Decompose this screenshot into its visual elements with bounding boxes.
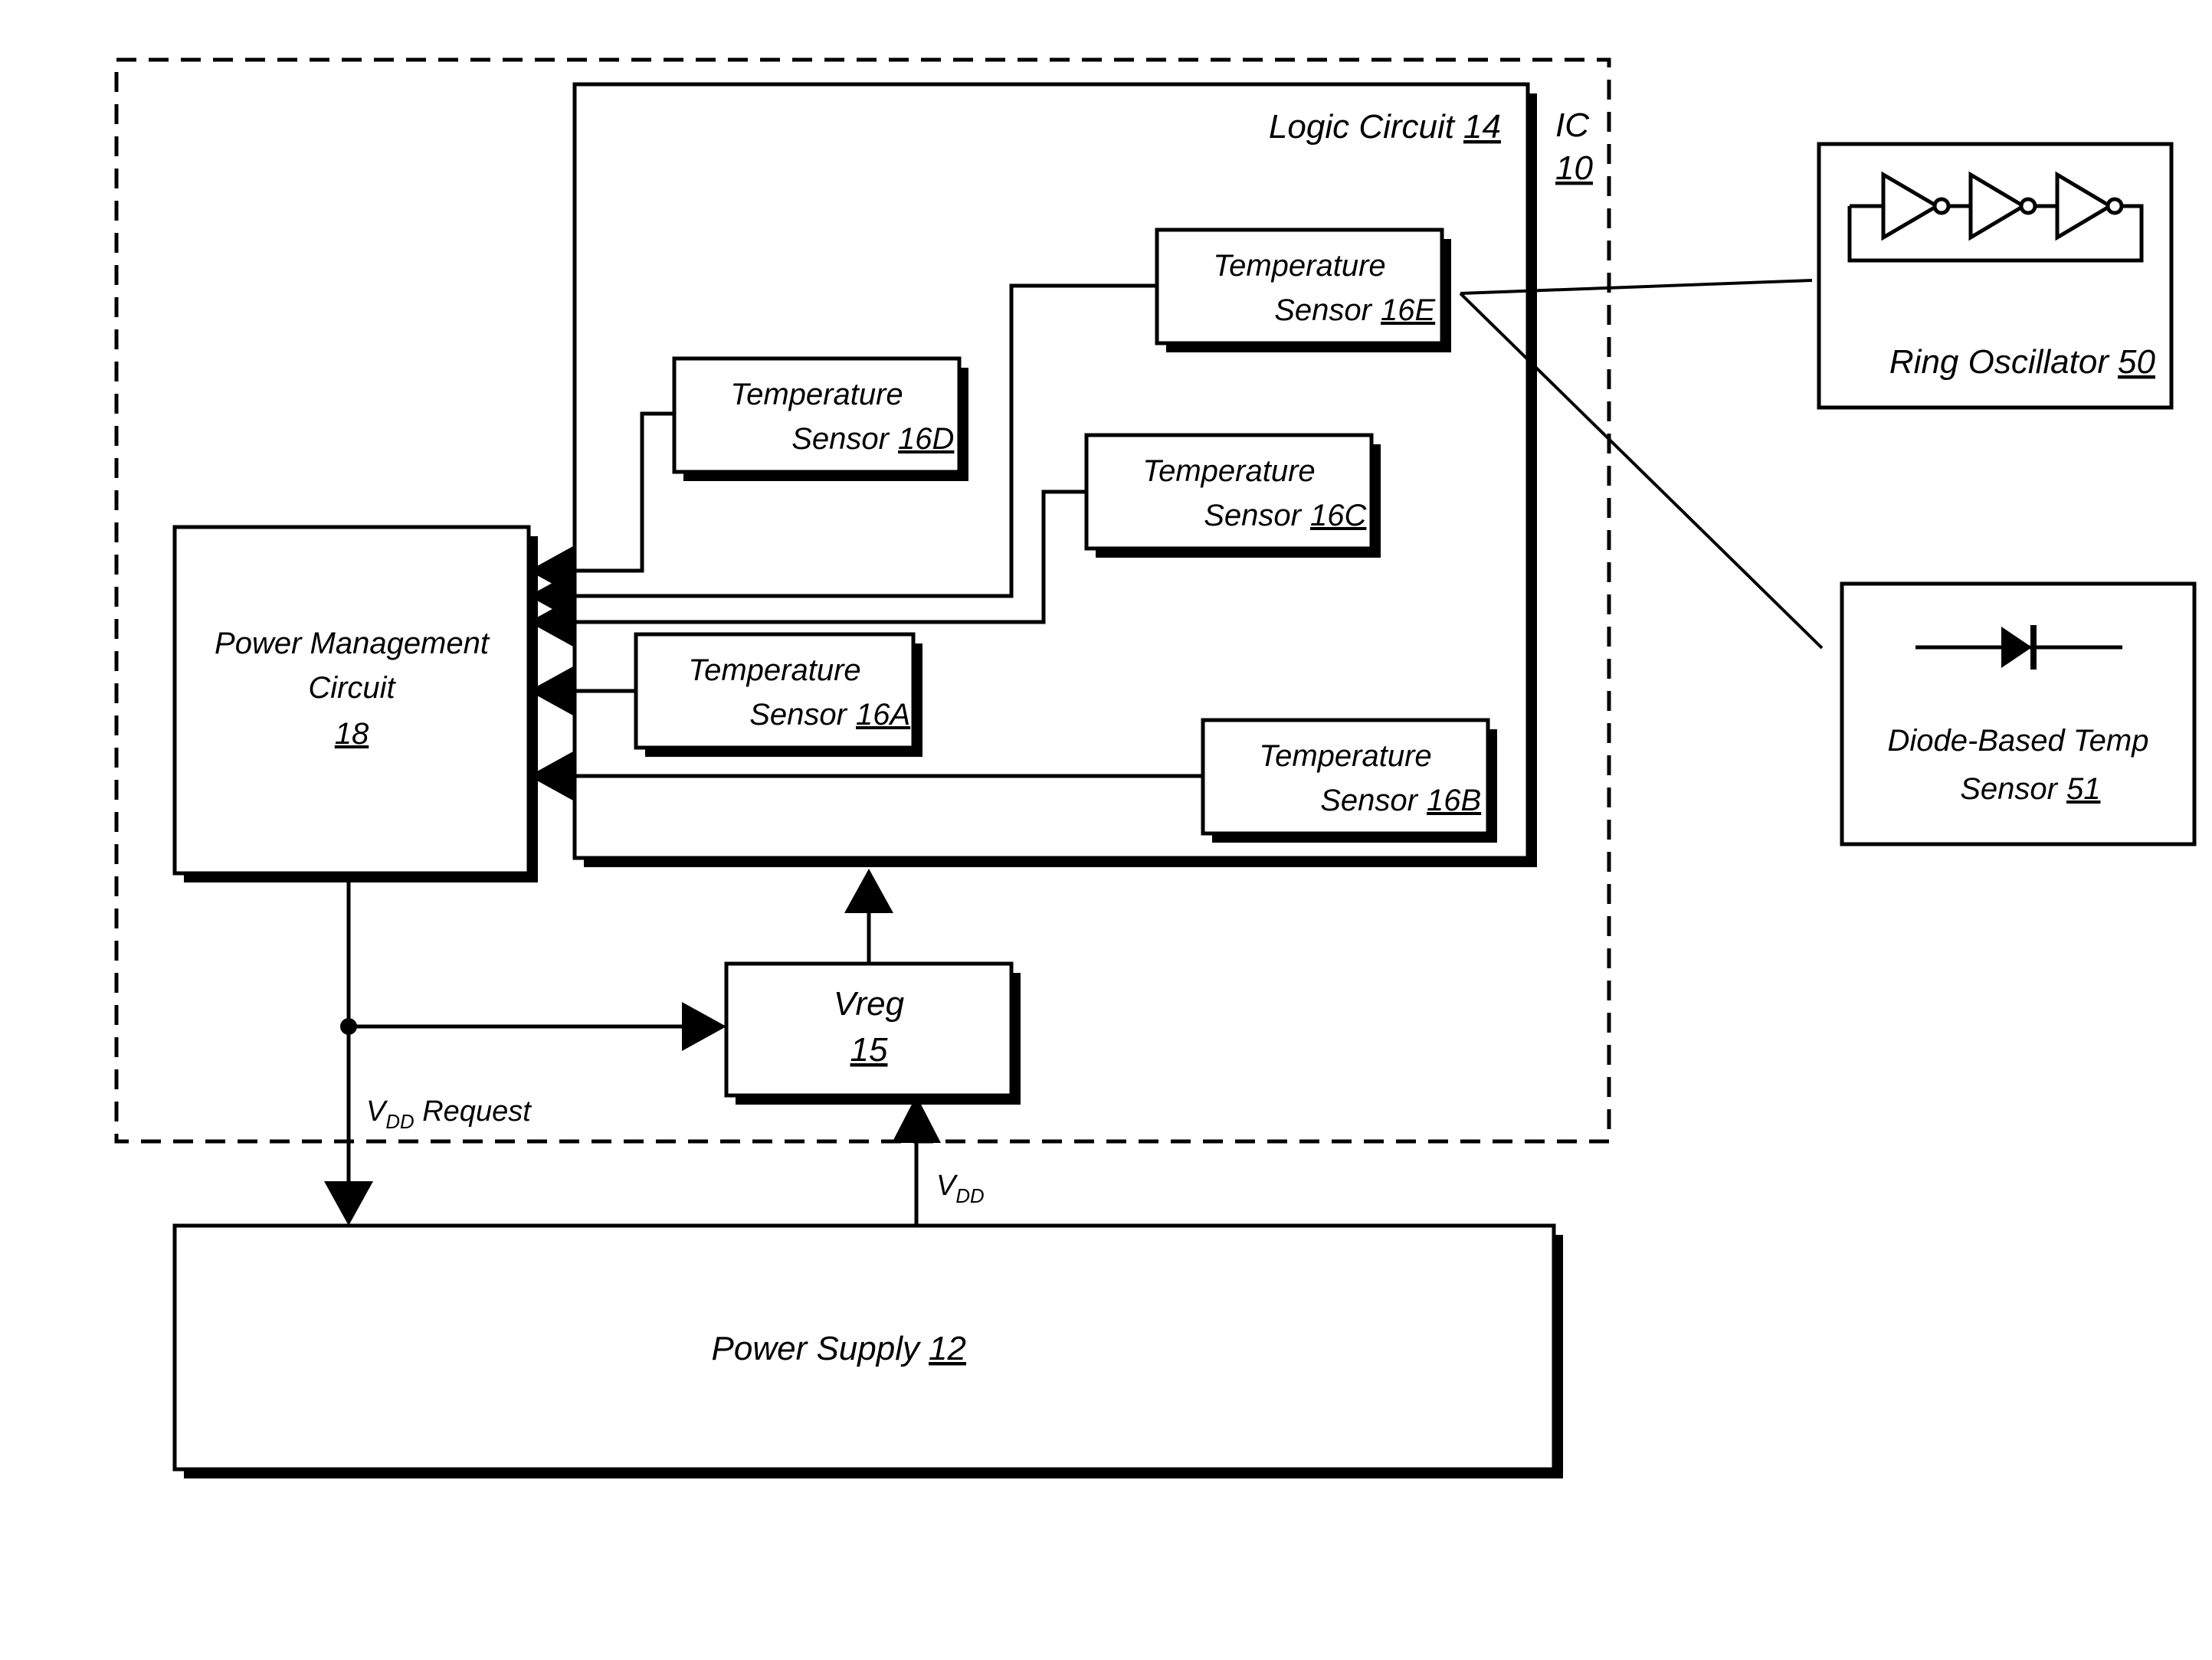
- block-diagram: IC 10 Logic Circuit 14 Power Management …: [114, 57, 2197, 1478]
- diode-sensor-label-line2: Sensor: [1960, 772, 2058, 806]
- sensor-16c-label-line1: Temperature: [1142, 454, 1315, 488]
- diode-sensor-label-line1: Diode-Based Temp: [1888, 724, 2149, 758]
- power-supply-label: Power Supply: [712, 1330, 922, 1367]
- sensor-16d-ref: 16D: [898, 422, 954, 456]
- arrowhead-vreg-to-logic: [844, 869, 893, 913]
- arrowhead-pmc-to-vreg: [682, 1002, 726, 1051]
- sensor-16a-label-line1: Temperature: [688, 653, 860, 687]
- inverter-2-bubble-icon: [2019, 197, 2037, 215]
- sensor-16d-label-line1: Temperature: [730, 378, 903, 411]
- vdd-request-label: VDD Request: [366, 1095, 532, 1133]
- diode-sensor-ref: 51: [2066, 772, 2101, 806]
- power-management-ref: 18: [335, 717, 369, 751]
- ic-label: IC: [1555, 106, 1590, 144]
- power-supply-ref: 12: [929, 1330, 966, 1367]
- inverter-1-bubble-icon: [1932, 197, 1951, 215]
- arrowhead-vdd-request-to-supply: [324, 1181, 373, 1226]
- sensor-16a-ref: 16A: [856, 698, 910, 732]
- sensor-16e-ref: 16E: [1381, 293, 1436, 327]
- vdd-request-subscript: DD: [385, 1112, 414, 1133]
- vdd-request-rest: Request: [415, 1095, 533, 1128]
- sensor-16c-label-line2: Sensor: [1204, 499, 1302, 532]
- vreg-ref: 15: [850, 1031, 888, 1069]
- power-management-label-line2: Circuit: [308, 671, 396, 705]
- sensor-16d-label-line2: Sensor: [791, 422, 890, 456]
- ring-oscillator-ref: 50: [2118, 343, 2155, 381]
- sensor-16a-label-line2: Sensor: [749, 698, 847, 732]
- vreg-box[interactable]: [724, 961, 1014, 1098]
- vdd-subscript: DD: [955, 1186, 984, 1207]
- diode-cathode-bar-icon: [2030, 625, 2037, 670]
- sensor-16b-label-line1: Temperature: [1259, 739, 1431, 773]
- sensor-16e-label-line2: Sensor: [1274, 293, 1372, 327]
- sensor-16c-ref: 16C: [1310, 499, 1367, 532]
- ic-ref: 10: [1555, 149, 1593, 187]
- ring-oscillator-label: Ring Oscillator: [1889, 343, 2110, 381]
- inverter-3-bubble-icon: [2105, 197, 2124, 215]
- diagram-canvas: IC 10 Logic Circuit 14 Power Management …: [0, 0, 2212, 1660]
- power-management-label-line1: Power Management: [215, 627, 490, 660]
- sensor-16e-label-line1: Temperature: [1213, 249, 1385, 283]
- logic-circuit-label: Logic Circuit: [1269, 108, 1456, 146]
- sensor-16b-label-line2: Sensor: [1320, 784, 1418, 817]
- logic-circuit-ref: 14: [1463, 108, 1501, 146]
- sensor-16b-ref: 16B: [1427, 784, 1481, 817]
- vdd-label: VDD: [936, 1170, 985, 1207]
- wire-pmc-to-vreg: [346, 873, 682, 1029]
- vreg-label: Vreg: [834, 985, 905, 1023]
